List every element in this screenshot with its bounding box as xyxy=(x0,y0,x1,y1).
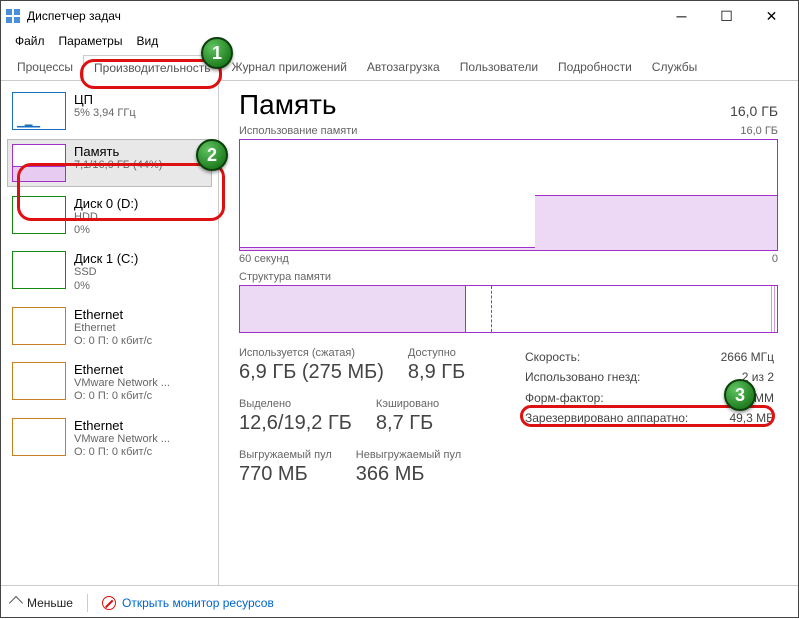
minimize-button[interactable]: ─ xyxy=(659,1,704,31)
chart2-label: Структура памяти xyxy=(239,271,331,283)
tabs: Процессы Производительность Журнал прило… xyxy=(1,51,798,81)
main-panel: 16,0 ГБ Память Использование памяти 16,0… xyxy=(219,81,798,585)
mem-title: Память xyxy=(74,144,162,159)
chart1-right: 16,0 ГБ xyxy=(740,125,778,137)
memory-details: Скорость:2666 МГц Использовано гнезд:2 и… xyxy=(525,347,778,500)
mem-thumb xyxy=(12,144,66,182)
sidebar-item-cpu[interactable]: ▁▂▁ ЦП 5% 3,94 ГГц xyxy=(7,87,212,135)
tab-startup[interactable]: Автозагрузка xyxy=(357,55,450,80)
disk0-thumb xyxy=(12,196,66,234)
eth0-thumb xyxy=(12,307,66,345)
disk1-thumb xyxy=(12,251,66,289)
disk1-title: Диск 1 (C:) xyxy=(74,251,138,266)
stat-nonpaged: 366 МБ xyxy=(356,463,461,486)
cpu-sub: 5% 3,94 ГГц xyxy=(74,107,136,120)
tab-users[interactable]: Пользователи xyxy=(450,55,548,80)
close-button[interactable]: ✕ xyxy=(749,1,794,31)
annotation-badge-2: 2 xyxy=(196,139,228,171)
window-title: Диспетчер задач xyxy=(27,9,121,23)
val-speed: 2666 МГц xyxy=(721,347,774,367)
titlebar: Диспетчер задач ─ ☐ ✕ xyxy=(1,1,798,31)
stat-committed: 12,6/19,2 ГБ xyxy=(239,412,352,435)
memory-usage-chart xyxy=(239,139,778,251)
tab-services[interactable]: Службы xyxy=(642,55,707,80)
sidebar: ▁▂▁ ЦП 5% 3,94 ГГц Память 7,1/16,0 ГБ (4… xyxy=(1,81,219,585)
tab-details[interactable]: Подробности xyxy=(548,55,642,80)
resource-monitor-icon xyxy=(102,596,116,610)
eth1-thumb xyxy=(12,362,66,400)
annotation-badge-3: 3 xyxy=(724,379,756,411)
cpu-thumb: ▁▂▁ xyxy=(12,92,66,130)
sidebar-item-disk1[interactable]: Диск 1 (C:) SSD 0% xyxy=(7,246,212,297)
annotation-badge-1: 1 xyxy=(201,37,233,69)
mem-sub: 7,1/16,0 ГБ (44%) xyxy=(74,159,162,172)
sidebar-item-disk0[interactable]: Диск 0 (D:) HDD 0% xyxy=(7,191,212,242)
eth2-thumb xyxy=(12,418,66,456)
tab-performance[interactable]: Производительность xyxy=(83,55,221,81)
chevron-up-icon xyxy=(9,595,23,609)
menubar: Файл Параметры Вид xyxy=(1,31,798,51)
open-resource-monitor-link[interactable]: Открыть монитор ресурсов xyxy=(102,596,274,610)
sidebar-item-eth2[interactable]: Ethernet VMware Network ... О: 0 П: 0 кб… xyxy=(7,413,212,464)
stat-used: 6,9 ГБ (275 МБ) xyxy=(239,361,384,384)
menu-view[interactable]: Вид xyxy=(130,32,164,50)
stat-paged: 770 МБ xyxy=(239,463,332,486)
maximize-button[interactable]: ☐ xyxy=(704,1,749,31)
sidebar-item-eth0[interactable]: Ethernet Ethernet О: 0 П: 0 кбит/с xyxy=(7,302,212,353)
tab-processes[interactable]: Процессы xyxy=(7,55,83,80)
memory-total: 16,0 ГБ xyxy=(730,103,778,119)
tab-apphistory[interactable]: Журнал приложений xyxy=(222,55,357,80)
sidebar-item-memory[interactable]: Память 7,1/16,0 ГБ (44%) xyxy=(7,139,212,187)
page-heading: Память xyxy=(239,89,778,121)
stat-cached: 8,7 ГБ xyxy=(376,412,439,435)
chart1-label: Использование памяти xyxy=(239,125,357,137)
sidebar-item-eth1[interactable]: Ethernet VMware Network ... О: 0 П: 0 кб… xyxy=(7,357,212,408)
menu-options[interactable]: Параметры xyxy=(53,32,129,50)
menu-file[interactable]: Файл xyxy=(9,32,51,50)
fewer-details-button[interactable]: Меньше xyxy=(11,596,73,610)
app-icon xyxy=(5,8,21,24)
cpu-title: ЦП xyxy=(74,92,136,107)
memory-composition-chart xyxy=(239,285,778,333)
val-hwreserved: 49,3 МБ xyxy=(729,408,774,428)
disk0-title: Диск 0 (D:) xyxy=(74,196,138,211)
footer: Меньше Открыть монитор ресурсов xyxy=(1,585,798,619)
stat-available: 8,9 ГБ xyxy=(408,361,465,384)
